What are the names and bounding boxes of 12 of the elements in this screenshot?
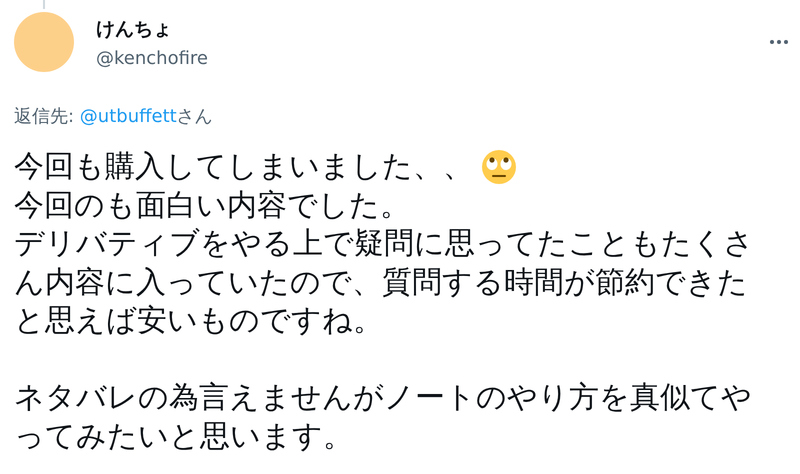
- tweet-text-line: ん内容に入っていたので、質問する時間が節約できた: [14, 264, 748, 302]
- tweet-text-line: 今回も購入してしまいました、、: [14, 148, 473, 186]
- display-name: けんちょ: [96, 17, 173, 42]
- tweet-text-line: ネタバレの為言えませんがノートのやり方を真似てや: [14, 379, 752, 417]
- tweet-text-line: 今回のも面白い内容でした。: [14, 186, 410, 224]
- tweet-text-line: デリバティブをやる上で疑問に思ってたこともたくさ: [14, 225, 754, 263]
- tweet-text-line: ってみたいと思います。: [14, 418, 353, 456]
- reply-to-text: 返信先: @utbuffettさん: [14, 105, 214, 128]
- mention-link[interactable]: @utbuffett: [80, 106, 177, 127]
- tweet-text-line: と思えば安いものですね。: [14, 302, 383, 340]
- more-options-icon[interactable]: [770, 40, 788, 44]
- user-handle: @kenchofire: [96, 48, 208, 69]
